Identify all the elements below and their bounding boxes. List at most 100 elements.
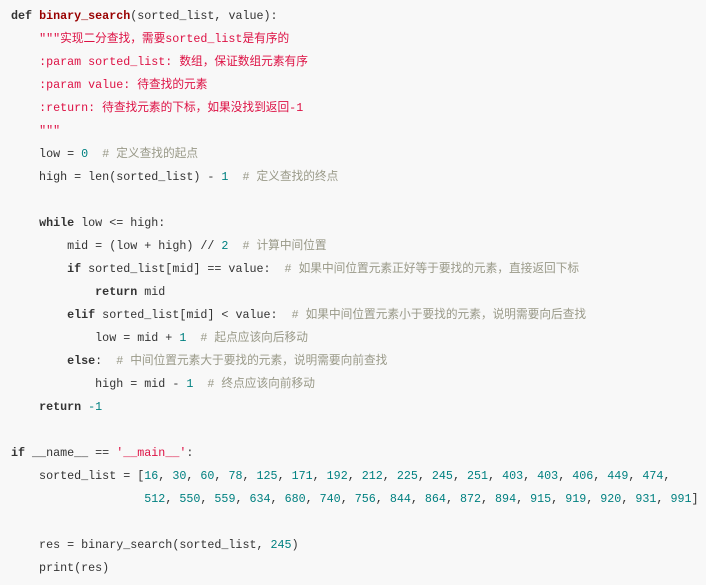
number-token: 920 — [600, 492, 622, 506]
keyword-token: elif — [67, 308, 96, 322]
code-token: low = — [11, 147, 82, 161]
number-token: 245 — [270, 538, 292, 552]
code-token: , — [340, 492, 355, 506]
number-token: 16 — [144, 469, 159, 483]
code-line: else: # 中间位置元素大于要找的元素，说明需要向前查找 — [11, 350, 695, 373]
keyword-token: return — [95, 285, 138, 299]
code-line: while low <= high: — [11, 212, 695, 235]
code-token: ) — [291, 538, 299, 552]
code-token: , — [312, 469, 327, 483]
code-line: return -1 — [11, 396, 695, 419]
number-token: 634 — [249, 492, 271, 506]
number-token: 864 — [424, 492, 446, 506]
comment-token: # 定义查找的起点 — [102, 147, 199, 161]
number-token: 512 — [144, 492, 166, 506]
code-token: , — [516, 492, 531, 506]
code-line: """实现二分查找，需要sorted_list是有序的 — [11, 28, 695, 51]
code-token: res = binary_search(sorted_list, — [11, 538, 271, 552]
number-token: 171 — [291, 469, 313, 483]
number-token: 915 — [530, 492, 552, 506]
number-token: 245 — [431, 469, 453, 483]
code-line: mid = (low + high) // 2 # 计算中间位置 — [11, 235, 695, 258]
code-token: : — [95, 354, 117, 368]
number-token: 449 — [607, 469, 629, 483]
code-token: , — [593, 469, 608, 483]
code-token: , — [621, 492, 636, 506]
code-token: (sorted_list, value): — [130, 9, 278, 23]
comment-token: # 计算中间位置 — [242, 239, 327, 253]
code-token: , — [158, 469, 173, 483]
comment-token: # 定义查找的终点 — [242, 170, 339, 184]
code-token: , — [186, 469, 201, 483]
code-token: , — [481, 492, 496, 506]
code-token: , — [242, 469, 257, 483]
number-token: 403 — [537, 469, 559, 483]
code-token: , — [551, 492, 566, 506]
code-token: , — [235, 492, 250, 506]
code-line: high = len(sorted_list) - 1 # 定义查找的终点 — [11, 166, 695, 189]
comment-token: # 终点应该向前移动 — [207, 377, 315, 391]
number-token: -1 — [88, 400, 103, 414]
number-token: 550 — [179, 492, 201, 506]
code-line: :param value: 待查找的元素 — [11, 74, 695, 97]
keyword-token: def — [11, 9, 33, 23]
number-token: 680 — [284, 492, 306, 506]
code-line: sorted_list = [16, 30, 60, 78, 125, 171,… — [11, 465, 695, 488]
code-line: def binary_search(sorted_list, value): — [11, 5, 695, 28]
comment-token: # 如果中间位置元素小于要找的元素，说明需要向后查找 — [291, 308, 587, 322]
code-line: print(res) — [11, 557, 695, 580]
number-token: 225 — [396, 469, 418, 483]
code-line: if __name__ == '__main__': — [11, 442, 695, 465]
keyword-token: if — [67, 262, 82, 276]
comment-token: # 起点应该向后移动 — [200, 331, 308, 345]
number-token: 991 — [670, 492, 692, 506]
code-token: , — [165, 492, 180, 506]
code-token: , — [200, 492, 215, 506]
code-line: """ — [11, 120, 695, 143]
string-token: """实现二分查找，需要sorted_list是有序的 — [39, 32, 290, 46]
code-token: , — [586, 492, 601, 506]
number-token: 872 — [459, 492, 482, 506]
code-token: , — [347, 469, 362, 483]
code-token: , — [656, 492, 671, 506]
number-token: 403 — [502, 469, 524, 483]
keyword-token: while — [39, 216, 75, 230]
code-token: ] — [691, 492, 699, 506]
string-token: """ — [39, 124, 61, 138]
code-token: , — [214, 469, 229, 483]
code-line: :param sorted_list: 数组，保证数组元素有序 — [11, 51, 695, 74]
code-token: , — [558, 469, 573, 483]
code-line: res = binary_search(sorted_list, 245) — [11, 534, 695, 557]
code-token: high = len(sorted_list) - — [11, 170, 222, 184]
function-name-token: binary_search — [39, 9, 131, 23]
code-token: high = mid - — [11, 377, 187, 391]
number-token: 78 — [228, 469, 243, 483]
code-token: sorted_list[mid] < value: — [95, 308, 292, 322]
code-token: mid = (low + high) // — [11, 239, 222, 253]
code-token: , — [375, 492, 390, 506]
code-token: , — [452, 469, 467, 483]
code-line: :return: 待查找元素的下标，如果没找到返回-1 — [11, 97, 695, 120]
number-token: 844 — [389, 492, 411, 506]
number-token: 756 — [354, 492, 376, 506]
code-line: low = 0 # 定义查找的起点 — [11, 143, 695, 166]
number-token: 931 — [635, 492, 657, 506]
comment-token: # 中间位置元素大于要找的元素，说明需要向前查找 — [116, 354, 388, 368]
string-token: :param value: 待查找的元素 — [39, 78, 208, 92]
code-token: , — [488, 469, 503, 483]
number-token: 894 — [495, 492, 517, 506]
